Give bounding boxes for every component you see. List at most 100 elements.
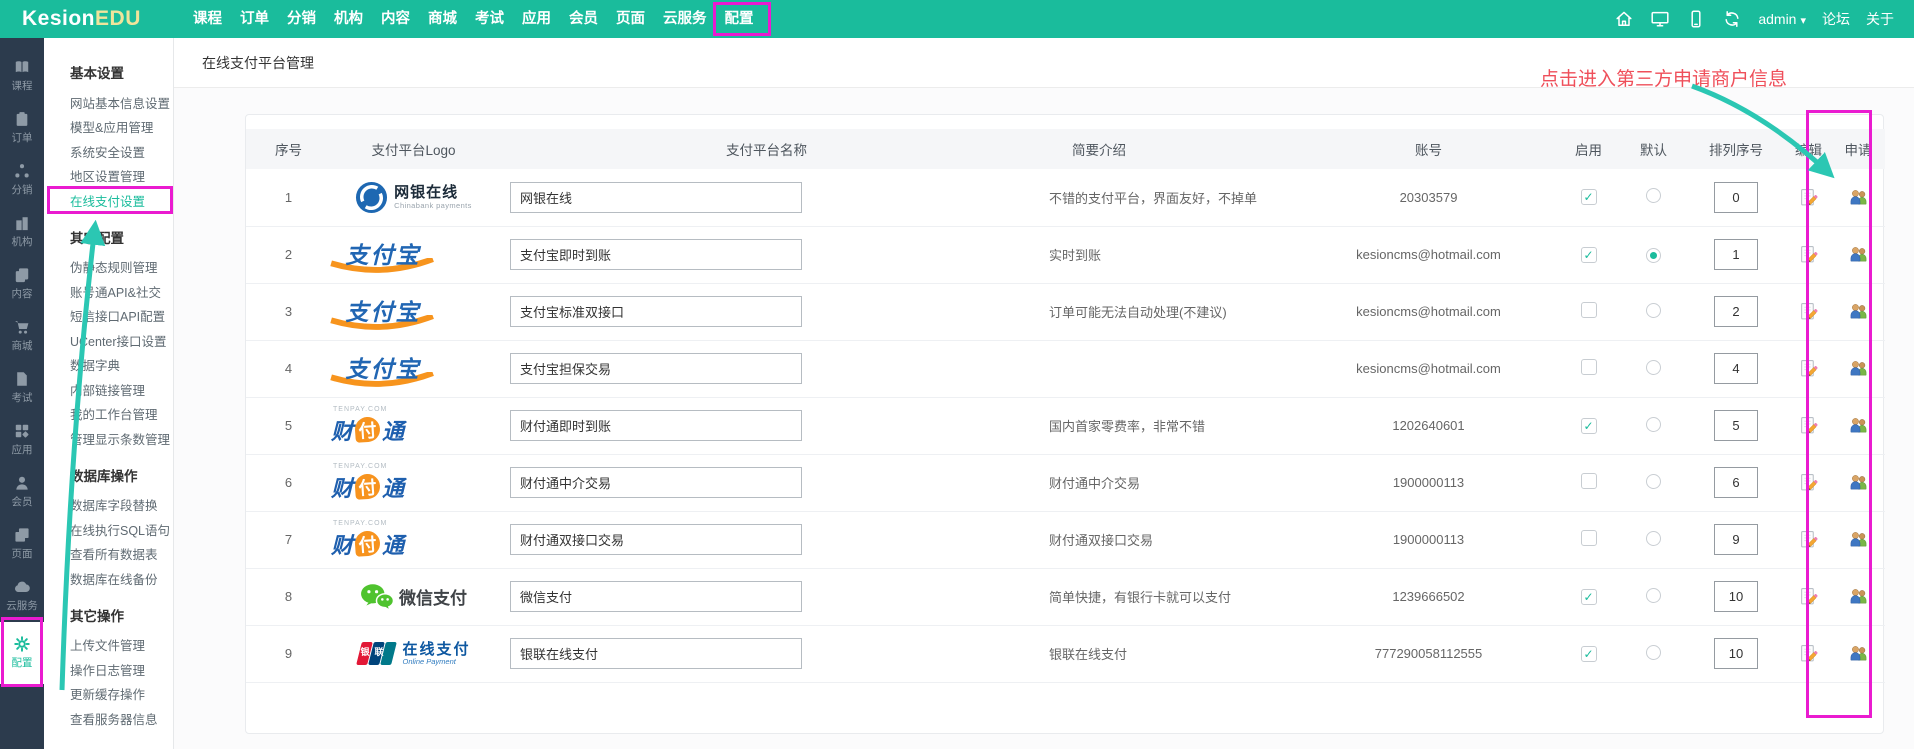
desktop-icon[interactable] (1650, 9, 1670, 29)
default-radio[interactable] (1646, 248, 1661, 263)
platform-name-input[interactable] (510, 410, 802, 441)
sidebar-item[interactable]: 数据字典 (70, 353, 173, 378)
enabled-checkbox[interactable] (1581, 589, 1597, 605)
edit-icon[interactable] (1799, 188, 1818, 207)
nav-item-exam[interactable]: 考试 (466, 0, 513, 38)
sidebar-item[interactable]: 短信接口API配置 (70, 304, 173, 329)
edit-icon[interactable] (1799, 359, 1818, 378)
nav-item-organization[interactable]: 机构 (325, 0, 372, 38)
edit-icon[interactable] (1799, 245, 1818, 264)
rail-item-orders[interactable]: 订单 (0, 102, 44, 154)
platform-name-input[interactable] (510, 581, 802, 612)
rail-item-apps[interactable]: 应用 (0, 414, 44, 466)
sidebar-item[interactable]: 在线支付设置 (70, 188, 173, 213)
sidebar-item[interactable]: 我的工作台管理 (70, 402, 173, 427)
platform-name-input[interactable] (510, 239, 802, 270)
rail-item-exam[interactable]: 考试 (0, 362, 44, 414)
sort-order-input[interactable] (1714, 581, 1758, 612)
sidebar-item[interactable]: 查看所有数据表 (70, 542, 173, 567)
sort-order-input[interactable] (1714, 638, 1758, 669)
enabled-checkbox[interactable] (1581, 247, 1597, 263)
apply-merchant-icon[interactable] (1849, 644, 1868, 663)
platform-name-input[interactable] (510, 296, 802, 327)
sidebar-item[interactable]: 数据库字段替换 (70, 493, 173, 518)
default-radio[interactable] (1646, 645, 1661, 660)
edit-icon[interactable] (1799, 302, 1818, 321)
sidebar-item[interactable]: 在线执行SQL语句 (70, 517, 173, 542)
sidebar-item[interactable]: 数据库在线备份 (70, 566, 173, 591)
sort-order-input[interactable] (1714, 182, 1758, 213)
default-radio[interactable] (1646, 303, 1661, 318)
nav-item-orders[interactable]: 订单 (231, 0, 278, 38)
enabled-checkbox[interactable] (1581, 189, 1597, 205)
platform-name-input[interactable] (510, 182, 802, 213)
enabled-checkbox[interactable] (1581, 359, 1597, 375)
user-menu[interactable]: admin (1758, 11, 1806, 27)
sidebar-item[interactable]: 管理显示条数管理 (70, 426, 173, 451)
rail-item-mall[interactable]: 商城 (0, 310, 44, 362)
enabled-checkbox[interactable] (1581, 302, 1597, 318)
apply-merchant-icon[interactable] (1849, 587, 1868, 606)
sidebar-item[interactable]: 上传文件管理 (70, 633, 173, 658)
rail-item-config[interactable]: 配置 (0, 622, 44, 684)
link-forum[interactable]: 论坛 (1822, 9, 1850, 29)
apply-merchant-icon[interactable] (1849, 188, 1868, 207)
edit-icon[interactable] (1799, 530, 1818, 549)
platform-name-input[interactable] (510, 467, 802, 498)
default-radio[interactable] (1646, 531, 1661, 546)
sidebar-item[interactable]: 操作日志管理 (70, 657, 173, 682)
rail-item-members[interactable]: 会员 (0, 466, 44, 518)
edit-icon[interactable] (1799, 473, 1818, 492)
enabled-checkbox[interactable] (1581, 418, 1597, 434)
sidebar-item[interactable]: 查看服务器信息 (70, 706, 173, 731)
sidebar-item[interactable]: 系统安全设置 (70, 139, 173, 164)
sort-order-input[interactable] (1714, 296, 1758, 327)
platform-name-input[interactable] (510, 638, 802, 669)
enabled-checkbox[interactable] (1581, 530, 1597, 546)
sort-order-input[interactable] (1714, 353, 1758, 384)
sort-order-input[interactable] (1714, 239, 1758, 270)
apply-merchant-icon[interactable] (1849, 302, 1868, 321)
default-radio[interactable] (1646, 188, 1661, 203)
mobile-icon[interactable] (1686, 9, 1706, 29)
apply-merchant-icon[interactable] (1849, 473, 1868, 492)
rail-item-cloud[interactable]: 云服务 (0, 570, 44, 622)
refresh-icon[interactable] (1722, 9, 1742, 29)
nav-item-cloud[interactable]: 云服务 (654, 0, 716, 38)
rail-item-courses[interactable]: 课程 (0, 50, 44, 102)
sort-order-input[interactable] (1714, 467, 1758, 498)
sidebar-item[interactable]: 网站基本信息设置 (70, 90, 173, 115)
edit-icon[interactable] (1799, 587, 1818, 606)
edit-icon[interactable] (1799, 416, 1818, 435)
sidebar-item[interactable]: 伪静态规则管理 (70, 255, 173, 280)
apply-merchant-icon[interactable] (1849, 245, 1868, 264)
platform-name-input[interactable] (510, 353, 802, 384)
default-radio[interactable] (1646, 588, 1661, 603)
home-icon[interactable] (1614, 9, 1634, 29)
nav-item-courses[interactable]: 课程 (184, 0, 231, 38)
rail-item-distribution[interactable]: 分销 (0, 154, 44, 206)
edit-icon[interactable] (1799, 644, 1818, 663)
rail-item-content[interactable]: 内容 (0, 258, 44, 310)
nav-item-mall[interactable]: 商城 (419, 0, 466, 38)
sidebar-item[interactable]: 更新缓存操作 (70, 682, 173, 707)
default-radio[interactable] (1646, 360, 1661, 375)
sort-order-input[interactable] (1714, 524, 1758, 555)
nav-item-members[interactable]: 会员 (560, 0, 607, 38)
apply-merchant-icon[interactable] (1849, 359, 1868, 378)
platform-name-input[interactable] (510, 524, 802, 555)
sidebar-item[interactable]: 内部链接管理 (70, 377, 173, 402)
sort-order-input[interactable] (1714, 410, 1758, 441)
sidebar-item[interactable]: UCenter接口设置 (70, 328, 173, 353)
rail-item-organization[interactable]: 机构 (0, 206, 44, 258)
default-radio[interactable] (1646, 474, 1661, 489)
enabled-checkbox[interactable] (1581, 646, 1597, 662)
link-about[interactable]: 关于 (1866, 9, 1894, 29)
sidebar-item[interactable]: 账号通API&社交 (70, 279, 173, 304)
nav-item-apps[interactable]: 应用 (513, 0, 560, 38)
nav-item-config[interactable]: 配置 (716, 0, 763, 38)
sidebar-item[interactable]: 模型&应用管理 (70, 115, 173, 140)
apply-merchant-icon[interactable] (1849, 530, 1868, 549)
nav-item-distribution[interactable]: 分销 (278, 0, 325, 38)
apply-merchant-icon[interactable] (1849, 416, 1868, 435)
